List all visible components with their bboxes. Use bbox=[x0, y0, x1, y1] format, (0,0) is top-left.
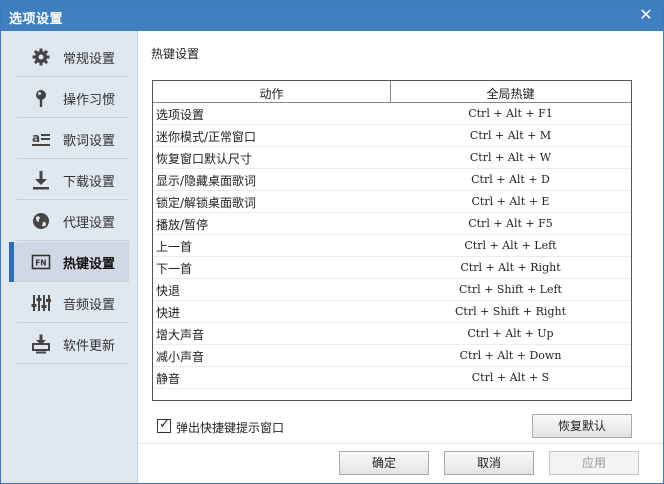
row-hotkey[interactable]: Ctrl + Shift + Right bbox=[390, 305, 631, 318]
popup-hint-label[interactable]: 弹出快捷键提示窗口 bbox=[176, 419, 284, 436]
sidebar: 常规设置 操作习惯 a 歌词设置 下载设置 代理设置 FN 热键设置 音频设置 … bbox=[1, 31, 138, 483]
table-row[interactable]: 快退 Ctrl + Shift + Left bbox=[153, 279, 631, 301]
row-action: 静音 bbox=[156, 372, 181, 386]
cancel-button[interactable]: 取消 bbox=[444, 451, 534, 475]
table-row[interactable]: 迷你模式/正常窗口 Ctrl + Alt + M bbox=[153, 125, 631, 147]
svg-text:FN: FN bbox=[35, 259, 46, 268]
sidebar-item-lyrics[interactable]: a 歌词设置 bbox=[17, 119, 129, 159]
row-action: 迷你模式/正常窗口 bbox=[156, 130, 257, 144]
hotkey-settings-panel: 热键设置 动作 全局热键 选项设置 Ctrl + Alt + F1 迷你模式/正常… bbox=[139, 31, 663, 483]
row-hotkey[interactable]: Ctrl + Shift + Left bbox=[390, 283, 631, 296]
table-row[interactable]: 恢复窗口默认尺寸 Ctrl + Alt + W bbox=[153, 147, 631, 169]
row-hotkey[interactable]: Ctrl + Alt + E bbox=[390, 195, 631, 208]
table-row[interactable]: 显示/隐藏桌面歌词 Ctrl + Alt + D bbox=[153, 169, 631, 191]
column-header-action[interactable]: 动作 bbox=[153, 85, 390, 102]
row-action: 显示/隐藏桌面歌词 bbox=[156, 174, 257, 188]
download-icon bbox=[31, 170, 51, 190]
row-action: 锁定/解锁桌面歌词 bbox=[156, 196, 257, 210]
sidebar-item-label: 操作习惯 bbox=[63, 93, 116, 108]
row-hotkey[interactable]: Ctrl + Alt + S bbox=[390, 371, 631, 384]
column-header-hotkey[interactable]: 全局热键 bbox=[390, 85, 631, 102]
table-row[interactable]: 快进 Ctrl + Shift + Right bbox=[153, 301, 631, 323]
sidebar-item-update[interactable]: 软件更新 bbox=[17, 324, 129, 364]
row-action: 增大声音 bbox=[156, 328, 205, 342]
sidebar-item-general[interactable]: 常规设置 bbox=[17, 37, 129, 77]
table-header: 动作 全局热键 bbox=[153, 81, 631, 103]
lyrics-icon: a bbox=[31, 129, 51, 149]
table-row[interactable]: 减小声音 Ctrl + Alt + Down bbox=[153, 345, 631, 367]
window-title: 选项设置 bbox=[9, 12, 64, 27]
sidebar-item-label: 代理设置 bbox=[63, 216, 116, 231]
svg-text:a: a bbox=[32, 131, 40, 145]
row-action: 恢复窗口默认尺寸 bbox=[156, 152, 253, 166]
table-row[interactable]: 静音 Ctrl + Alt + S bbox=[153, 367, 631, 389]
pin-icon bbox=[31, 88, 51, 108]
table-row[interactable]: 上一首 Ctrl + Alt + Left bbox=[153, 235, 631, 257]
row-hotkey[interactable]: Ctrl + Alt + Up bbox=[390, 327, 631, 340]
restore-default-button[interactable]: 恢复默认 bbox=[532, 414, 632, 438]
row-hotkey[interactable]: Ctrl + Alt + M bbox=[390, 129, 631, 142]
sidebar-item-label: 常规设置 bbox=[63, 52, 116, 67]
globe-icon bbox=[31, 211, 51, 231]
sidebar-item-proxy[interactable]: 代理设置 bbox=[17, 201, 129, 241]
sidebar-item-audio[interactable]: 音频设置 bbox=[17, 283, 129, 323]
row-hotkey[interactable]: Ctrl + Alt + Down bbox=[390, 349, 631, 362]
row-hotkey[interactable]: Ctrl + Alt + Left bbox=[390, 239, 631, 252]
row-action: 减小声音 bbox=[156, 350, 205, 364]
sidebar-item-download[interactable]: 下载设置 bbox=[17, 160, 129, 200]
row-hotkey[interactable]: Ctrl + Alt + Right bbox=[390, 261, 631, 274]
table-row[interactable]: 增大声音 Ctrl + Alt + Up bbox=[153, 323, 631, 345]
row-hotkey[interactable]: Ctrl + Alt + F1 bbox=[390, 107, 631, 120]
sidebar-item-label: 热键设置 bbox=[63, 257, 116, 272]
active-indicator bbox=[9, 242, 14, 282]
table-row[interactable]: 播放/暂停 Ctrl + Alt + F5 bbox=[153, 213, 631, 235]
update-icon bbox=[31, 334, 51, 354]
row-action: 上一首 bbox=[156, 240, 193, 254]
table-row[interactable]: 锁定/解锁桌面歌词 Ctrl + Alt + E bbox=[153, 191, 631, 213]
title-bar: 选项设置 ✕ bbox=[1, 1, 663, 31]
close-icon[interactable]: ✕ bbox=[635, 4, 657, 26]
sidebar-item-label: 音频设置 bbox=[63, 298, 116, 313]
footer-divider bbox=[139, 443, 663, 444]
checkmark-icon: ✓ bbox=[159, 417, 170, 432]
hotkey-table[interactable]: 动作 全局热键 选项设置 Ctrl + Alt + F1 迷你模式/正常窗口 Ctr… bbox=[152, 80, 632, 401]
row-action: 播放/暂停 bbox=[156, 218, 209, 232]
page-title: 热键设置 bbox=[151, 47, 200, 61]
popup-hint-checkbox[interactable]: ✓ bbox=[157, 417, 171, 433]
gear-icon bbox=[31, 47, 51, 67]
sidebar-item-hotkey[interactable]: FN 热键设置 bbox=[9, 242, 129, 282]
table-row[interactable]: 选项设置 Ctrl + Alt + F1 bbox=[153, 103, 631, 125]
row-action: 选项设置 bbox=[156, 108, 205, 122]
row-action: 下一首 bbox=[156, 262, 193, 276]
row-hotkey[interactable]: Ctrl + Alt + D bbox=[390, 173, 631, 186]
fn-key-icon: FN bbox=[31, 252, 51, 272]
row-action: 快退 bbox=[156, 284, 181, 298]
sidebar-item-operation[interactable]: 操作习惯 bbox=[17, 78, 129, 118]
row-action: 快进 bbox=[156, 306, 181, 320]
sidebar-item-label: 歌词设置 bbox=[63, 134, 116, 149]
table-row[interactable]: 下一首 Ctrl + Alt + Right bbox=[153, 257, 631, 279]
sidebar-item-label: 下载设置 bbox=[63, 175, 116, 190]
ok-button[interactable]: 确定 bbox=[339, 451, 429, 475]
row-hotkey[interactable]: Ctrl + Alt + W bbox=[390, 151, 631, 164]
options-dialog: 选项设置 ✕ 常规设置 操作习惯 a 歌词设置 下载设置 代理设置 FN 热键设… bbox=[0, 0, 664, 484]
apply-button[interactable]: 应用 bbox=[549, 451, 639, 475]
equalizer-icon bbox=[31, 293, 51, 313]
row-hotkey[interactable]: Ctrl + Alt + F5 bbox=[390, 217, 631, 230]
sidebar-item-label: 软件更新 bbox=[63, 339, 116, 354]
